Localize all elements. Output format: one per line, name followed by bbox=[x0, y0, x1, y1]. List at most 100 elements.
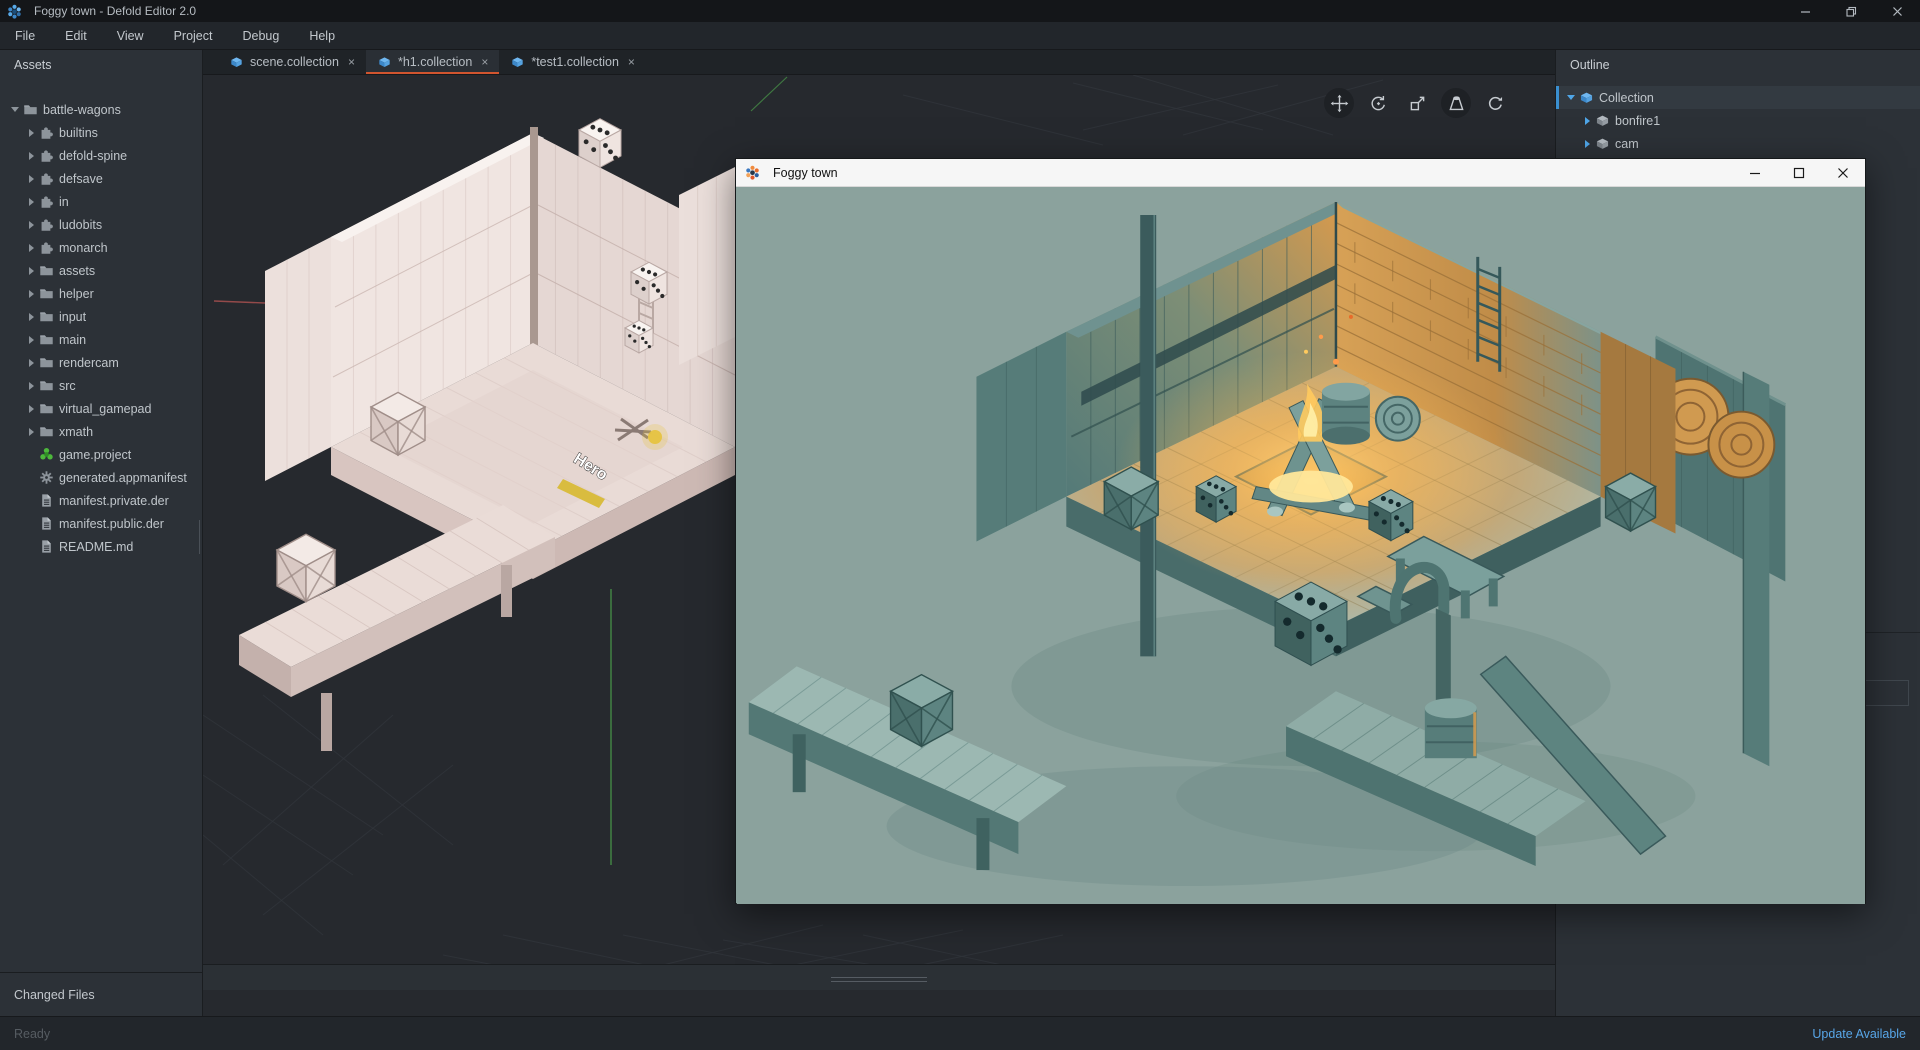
chevron-right-icon bbox=[29, 336, 34, 344]
tree-item-readme-md[interactable]: README.md bbox=[0, 535, 202, 558]
tree-item-manifest-public-der[interactable]: manifest.public.der bbox=[0, 512, 202, 535]
collection-icon bbox=[1579, 90, 1594, 105]
folder-icon bbox=[39, 332, 54, 347]
tree-item-generated-appmanifest[interactable]: generated.appmanifest bbox=[0, 466, 202, 489]
disclosure-expanded-icon[interactable] bbox=[8, 107, 22, 112]
menu-item-project[interactable]: Project bbox=[159, 22, 228, 49]
disclosure-collapsed-icon[interactable] bbox=[24, 405, 38, 413]
tree-item-in[interactable]: in bbox=[0, 190, 202, 213]
changed-files-section[interactable]: Changed Files bbox=[0, 972, 202, 1016]
rotate-tool-button[interactable] bbox=[1363, 88, 1393, 118]
tree-item-input[interactable]: input bbox=[0, 305, 202, 328]
tree-item-defsave[interactable]: defsave bbox=[0, 167, 202, 190]
menu-item-file[interactable]: File bbox=[0, 22, 50, 49]
chevron-right-icon bbox=[29, 359, 34, 367]
tab-scene-collection[interactable]: scene.collection× bbox=[218, 50, 366, 74]
status-text: Ready bbox=[14, 1027, 50, 1041]
puzzle-icon bbox=[39, 171, 54, 186]
tree-item-defold-spine[interactable]: defold-spine bbox=[0, 144, 202, 167]
tree-item-label: defold-spine bbox=[59, 149, 127, 163]
tab--h1-collection[interactable]: *h1.collection× bbox=[366, 50, 499, 74]
rotate-tool-icon bbox=[1368, 93, 1389, 114]
tree-item-assets[interactable]: assets bbox=[0, 259, 202, 282]
disclosure-collapsed-icon[interactable] bbox=[24, 152, 38, 160]
tab-close-icon[interactable]: × bbox=[348, 55, 355, 69]
update-available-link[interactable]: Update Available bbox=[1812, 1027, 1906, 1041]
menu-item-view[interactable]: View bbox=[102, 22, 159, 49]
tree-item-label: game.project bbox=[59, 448, 131, 462]
game-window-title: Foggy town bbox=[773, 166, 838, 180]
game-viewport[interactable] bbox=[736, 187, 1865, 904]
tree-item-monarch[interactable]: monarch bbox=[0, 236, 202, 259]
disclosure-collapsed-icon[interactable] bbox=[24, 244, 38, 252]
tree-item-xmath[interactable]: xmath bbox=[0, 420, 202, 443]
tree-item-rendercam[interactable]: rendercam bbox=[0, 351, 202, 374]
tree-item-label: virtual_gamepad bbox=[59, 402, 151, 416]
tree-item-manifest-private-der[interactable]: manifest.private.der bbox=[0, 489, 202, 512]
disclosure-collapsed-icon[interactable] bbox=[24, 221, 38, 229]
tab-close-icon[interactable]: × bbox=[481, 55, 488, 69]
chevron-right-icon bbox=[1585, 117, 1590, 125]
disclosure-collapsed-icon[interactable] bbox=[24, 129, 38, 137]
file-icon bbox=[39, 539, 54, 554]
tab-bar: scene.collection×*h1.collection×*test1.c… bbox=[203, 50, 1555, 75]
scale-tool-button[interactable] bbox=[1402, 88, 1432, 118]
cube-icon bbox=[1595, 113, 1610, 128]
disclosure-collapsed-icon[interactable] bbox=[1580, 117, 1594, 125]
maximize-button[interactable] bbox=[1828, 0, 1874, 22]
minimize-button[interactable] bbox=[1782, 0, 1828, 22]
disclosure-collapsed-icon[interactable] bbox=[24, 175, 38, 183]
disclosure-collapsed-icon[interactable] bbox=[1580, 140, 1594, 148]
tree-item-label: input bbox=[59, 310, 86, 324]
assets-tree: battle-wagonsbuiltins defold-spine defsave… bbox=[0, 80, 202, 558]
tree-item-cam[interactable]: cam bbox=[1556, 132, 1920, 155]
close-button[interactable] bbox=[1874, 0, 1920, 22]
move-tool-button[interactable] bbox=[1324, 88, 1354, 118]
disclosure-collapsed-icon[interactable] bbox=[24, 428, 38, 436]
tab--test1-collection[interactable]: *test1.collection× bbox=[499, 50, 646, 74]
game-close-button[interactable] bbox=[1821, 159, 1865, 186]
disclosure-collapsed-icon[interactable] bbox=[24, 336, 38, 344]
game-minimize-button[interactable] bbox=[1733, 159, 1777, 186]
tree-item-helper[interactable]: helper bbox=[0, 282, 202, 305]
disclosure-expanded-icon[interactable] bbox=[1564, 95, 1578, 100]
perspective-camera-tool-icon bbox=[1446, 93, 1467, 114]
tree-item-bonfire1[interactable]: bonfire1 bbox=[1556, 109, 1920, 132]
defold-green-icon bbox=[39, 447, 54, 462]
disclosure-collapsed-icon[interactable] bbox=[24, 267, 38, 275]
tree-item-label: in bbox=[59, 195, 69, 209]
menu-item-debug[interactable]: Debug bbox=[227, 22, 294, 49]
menu-item-help[interactable]: Help bbox=[294, 22, 350, 49]
folder-icon bbox=[39, 286, 54, 301]
disclosure-collapsed-icon[interactable] bbox=[24, 382, 38, 390]
camera-reset-tool-button[interactable] bbox=[1480, 88, 1510, 118]
status-bar: Ready Update Available bbox=[0, 1016, 1920, 1050]
tree-item-collection[interactable]: Collection bbox=[1556, 86, 1920, 109]
tree-item-ludobits[interactable]: ludobits bbox=[0, 213, 202, 236]
console-drag-handle[interactable] bbox=[831, 974, 927, 985]
tree-item-battle-wagons[interactable]: battle-wagons bbox=[0, 98, 202, 121]
game-maximize-button[interactable] bbox=[1777, 159, 1821, 186]
tree-item-label: generated.appmanifest bbox=[59, 471, 187, 485]
tree-item-virtual-gamepad[interactable]: virtual_gamepad bbox=[0, 397, 202, 420]
tab-close-icon[interactable]: × bbox=[628, 55, 635, 69]
tree-item-game-project[interactable]: game.project bbox=[0, 443, 202, 466]
tree-item-label: assets bbox=[59, 264, 95, 278]
tree-item-builtins[interactable]: builtins bbox=[0, 121, 202, 144]
tree-item-label: Collection bbox=[1599, 91, 1654, 105]
window-titlebar[interactable]: Foggy town - Defold Editor 2.0 bbox=[0, 0, 1920, 22]
disclosure-collapsed-icon[interactable] bbox=[24, 198, 38, 206]
disclosure-collapsed-icon[interactable] bbox=[24, 290, 38, 298]
tree-item-label: cam bbox=[1615, 137, 1639, 151]
chevron-right-icon bbox=[1585, 140, 1590, 148]
puzzle-icon bbox=[39, 148, 54, 163]
tree-item-label: defsave bbox=[59, 172, 103, 186]
tree-item-main[interactable]: main bbox=[0, 328, 202, 351]
menu-item-edit[interactable]: Edit bbox=[50, 22, 102, 49]
chevron-right-icon bbox=[29, 428, 34, 436]
tree-item-src[interactable]: src bbox=[0, 374, 202, 397]
perspective-camera-tool-button[interactable] bbox=[1441, 88, 1471, 118]
disclosure-collapsed-icon[interactable] bbox=[24, 359, 38, 367]
disclosure-collapsed-icon[interactable] bbox=[24, 313, 38, 321]
game-window-titlebar[interactable]: Foggy town bbox=[736, 159, 1865, 187]
